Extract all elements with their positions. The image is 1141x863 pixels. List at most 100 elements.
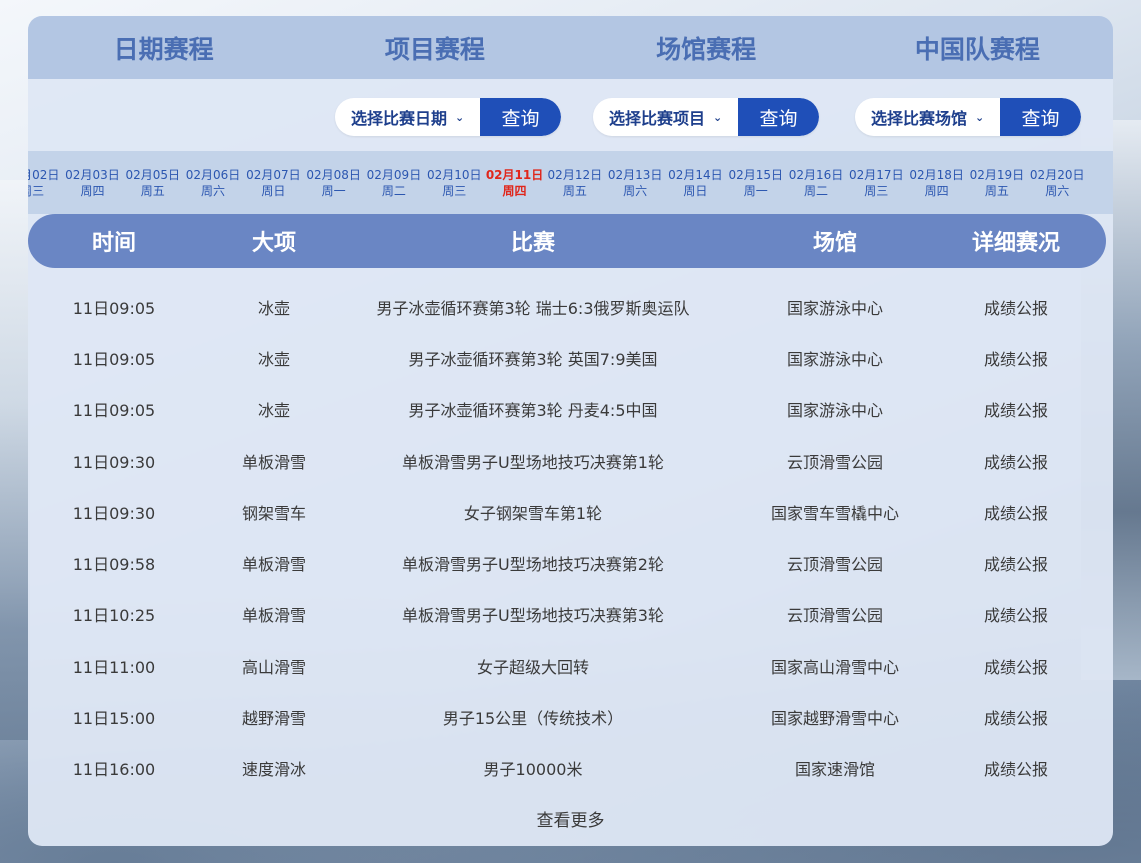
weekday-label: 周三 <box>864 183 889 198</box>
row-time: 11日09:05 <box>72 401 156 421</box>
date-label: 02月03日 <box>65 167 120 182</box>
row-time: 11日15:00 <box>72 709 156 729</box>
row-sport: 钢架雪车 <box>241 503 306 523</box>
row-event: 男子冰壶循环赛第3轮 瑞士6:3俄罗斯奥运队 <box>376 298 690 318</box>
weekday-label: 周二 <box>381 183 406 198</box>
date-item[interactable]: 02月16日 周二 <box>786 167 846 199</box>
row-event: 男子冰壶循环赛第3轮 英国7:9美国 <box>408 349 658 369</box>
date-select[interactable]: 选择比赛日期 ⌄ <box>335 98 480 136</box>
table-row: 11日09:05 冰壶 男子冰壶循环赛第3轮 丹麦4:5中国 国家游泳中心 成绩公报 <box>28 386 1113 437</box>
row-venue: 国家高山滑雪中心 <box>770 657 899 677</box>
weekday-label: 周三 <box>442 183 467 198</box>
date-item[interactable]: 02月19日 周五 <box>967 167 1027 199</box>
row-time: 11日10:25 <box>72 606 156 626</box>
row-venue: 国家游泳中心 <box>786 401 883 421</box>
date-item[interactable]: 02月10日 周三 <box>424 167 484 199</box>
date-item[interactable]: 02月06日 周六 <box>183 167 243 199</box>
table-row: 11日11:00 高山滑雪 女子超级大回转 国家高山滑雪中心 成绩公报 <box>28 642 1113 693</box>
schedule-tabs: 日期赛程 项目赛程 场馆赛程 中国队赛程 <box>28 16 1113 79</box>
date-item[interactable]: 02月17日 周三 <box>846 167 906 199</box>
sport-query-button[interactable]: 查询 <box>738 98 819 136</box>
table-row: 11日10:25 单板滑雪 单板滑雪男子U型场地技巧决赛第3轮 云顶滑雪公园 成绩公报 <box>28 591 1113 642</box>
tab-by-sport[interactable]: 项目赛程 <box>299 30 570 66</box>
date-strip: 02月02日周三02月03日周四02月05日周五02月06日周六02月07日周日… <box>28 151 1113 214</box>
date-label: 02月20日 <box>1029 167 1085 182</box>
results-link[interactable]: 成绩公报 <box>926 504 1106 524</box>
results-link[interactable]: 成绩公报 <box>926 658 1106 678</box>
date-query-button[interactable]: 查询 <box>480 98 561 136</box>
row-venue: 国家速滑馆 <box>794 760 875 780</box>
weekday-label: 周二 <box>804 183 829 198</box>
results-link[interactable]: 成绩公报 <box>926 606 1106 626</box>
date-item[interactable]: 02月18日 周四 <box>906 167 966 199</box>
date-item[interactable]: 02月13日 周六 <box>605 167 665 199</box>
date-item[interactable]: 02月08日 周一 <box>303 167 363 199</box>
row-time: 11日16:00 <box>72 760 156 780</box>
row-time: 11日09:05 <box>72 349 156 369</box>
row-sport: 单板滑雪 <box>241 606 306 626</box>
date-item[interactable]: 02月03日 周四 <box>62 167 122 199</box>
date-item[interactable]: 02月14日 周日 <box>665 167 725 199</box>
date-label: 02月14日 <box>668 167 723 182</box>
header-detail: 详细赛况 <box>971 231 1060 256</box>
results-link[interactable]: 成绩公报 <box>926 760 1106 780</box>
table-row: 11日15:00 越野滑雪 男子15公里（传统技术） 国家越野滑雪中心 成绩公报 <box>28 693 1113 744</box>
row-event: 男子10000米 <box>483 760 583 780</box>
row-venue: 国家游泳中心 <box>786 298 883 318</box>
date-item[interactable]: 02月05日 周五 <box>123 167 183 199</box>
tab-by-venue[interactable]: 场馆赛程 <box>571 30 842 66</box>
date-label: 02月15日 <box>728 167 783 182</box>
date-label: 02月16日 <box>788 167 844 182</box>
row-sport: 速度滑冰 <box>241 760 306 780</box>
table-row: 11日09:58 单板滑雪 单板滑雪男子U型场地技巧决赛第2轮 云顶滑雪公园 成绩公报 <box>28 539 1113 590</box>
weekday-label: 周五 <box>562 183 587 198</box>
date-label: 02月07日 <box>246 167 301 182</box>
weekday-label: 周一 <box>321 183 346 198</box>
results-link[interactable]: 成绩公报 <box>926 299 1106 319</box>
row-time: 11日09:05 <box>72 298 156 318</box>
table-row: 11日09:05 冰壶 男子冰壶循环赛第3轮 英国7:9美国 国家游泳中心 成绩公报 <box>28 334 1113 385</box>
date-item[interactable]: 02月12日 周五 <box>545 167 605 199</box>
weekday-label: 周六 <box>201 183 226 198</box>
row-time: 11日11:00 <box>72 657 156 677</box>
sport-select[interactable]: 选择比赛项目 ⌄ <box>593 98 738 136</box>
date-item[interactable]: 02月20日 周六 <box>1027 167 1087 199</box>
date-item[interactable]: 02月15日 周一 <box>726 167 786 199</box>
date-label: 02月02日 <box>28 167 60 182</box>
date-filter: 选择比赛日期 ⌄ 查询 <box>335 98 561 136</box>
venue-filter: 选择比赛场馆 ⌄ 查询 <box>855 98 1081 136</box>
date-label: 02月10日 <box>426 167 482 182</box>
date-item[interactable]: 02月11日 周四 <box>484 167 544 199</box>
date-label: 02月13日 <box>607 167 663 182</box>
date-label: 02月08日 <box>306 167 361 182</box>
row-time: 11日09:30 <box>72 503 156 523</box>
results-link[interactable]: 成绩公报 <box>926 350 1106 370</box>
results-link[interactable]: 成绩公报 <box>926 555 1106 575</box>
date-label: 02月06日 <box>185 167 241 182</box>
row-event: 男子冰壶循环赛第3轮 丹麦4:5中国 <box>408 401 658 421</box>
weekday-label: 周六 <box>1045 183 1070 198</box>
date-item[interactable]: 02月02日周三 <box>28 167 62 199</box>
venue-select[interactable]: 选择比赛场馆 ⌄ <box>855 98 1000 136</box>
venue-query-button[interactable]: 查询 <box>1000 98 1081 136</box>
date-item[interactable]: 02月07日 周日 <box>243 167 303 199</box>
results-link[interactable]: 成绩公报 <box>926 709 1106 729</box>
weekday-label: 周五 <box>140 183 165 198</box>
tab-china-team[interactable]: 中国队赛程 <box>842 30 1113 66</box>
header-event: 比赛 <box>510 231 555 256</box>
weekday-label: 周五 <box>984 183 1009 198</box>
results-link[interactable]: 成绩公报 <box>926 453 1106 473</box>
row-venue: 国家雪车雪橇中心 <box>770 503 899 523</box>
chevron-down-icon: ⌄ <box>713 110 723 124</box>
schedule-table-body: 11日09:05 冰壶 男子冰壶循环赛第3轮 瑞士6:3俄罗斯奥运队 国家游泳中心 成绩… <box>28 283 1113 796</box>
date-label: 02月12日 <box>547 167 603 182</box>
results-link[interactable]: 成绩公报 <box>926 401 1106 421</box>
date-label: 02月09日 <box>366 167 422 182</box>
date-label: 02月05日 <box>125 167 181 182</box>
weekday-label: 周四 <box>80 183 105 198</box>
weekday-label: 周日 <box>683 183 708 198</box>
tab-by-date[interactable]: 日期赛程 <box>28 30 299 66</box>
date-item[interactable]: 02月09日 周二 <box>364 167 424 199</box>
row-event: 单板滑雪男子U型场地技巧决赛第3轮 <box>402 606 664 626</box>
view-more-link[interactable]: 查看更多 <box>28 806 1113 831</box>
